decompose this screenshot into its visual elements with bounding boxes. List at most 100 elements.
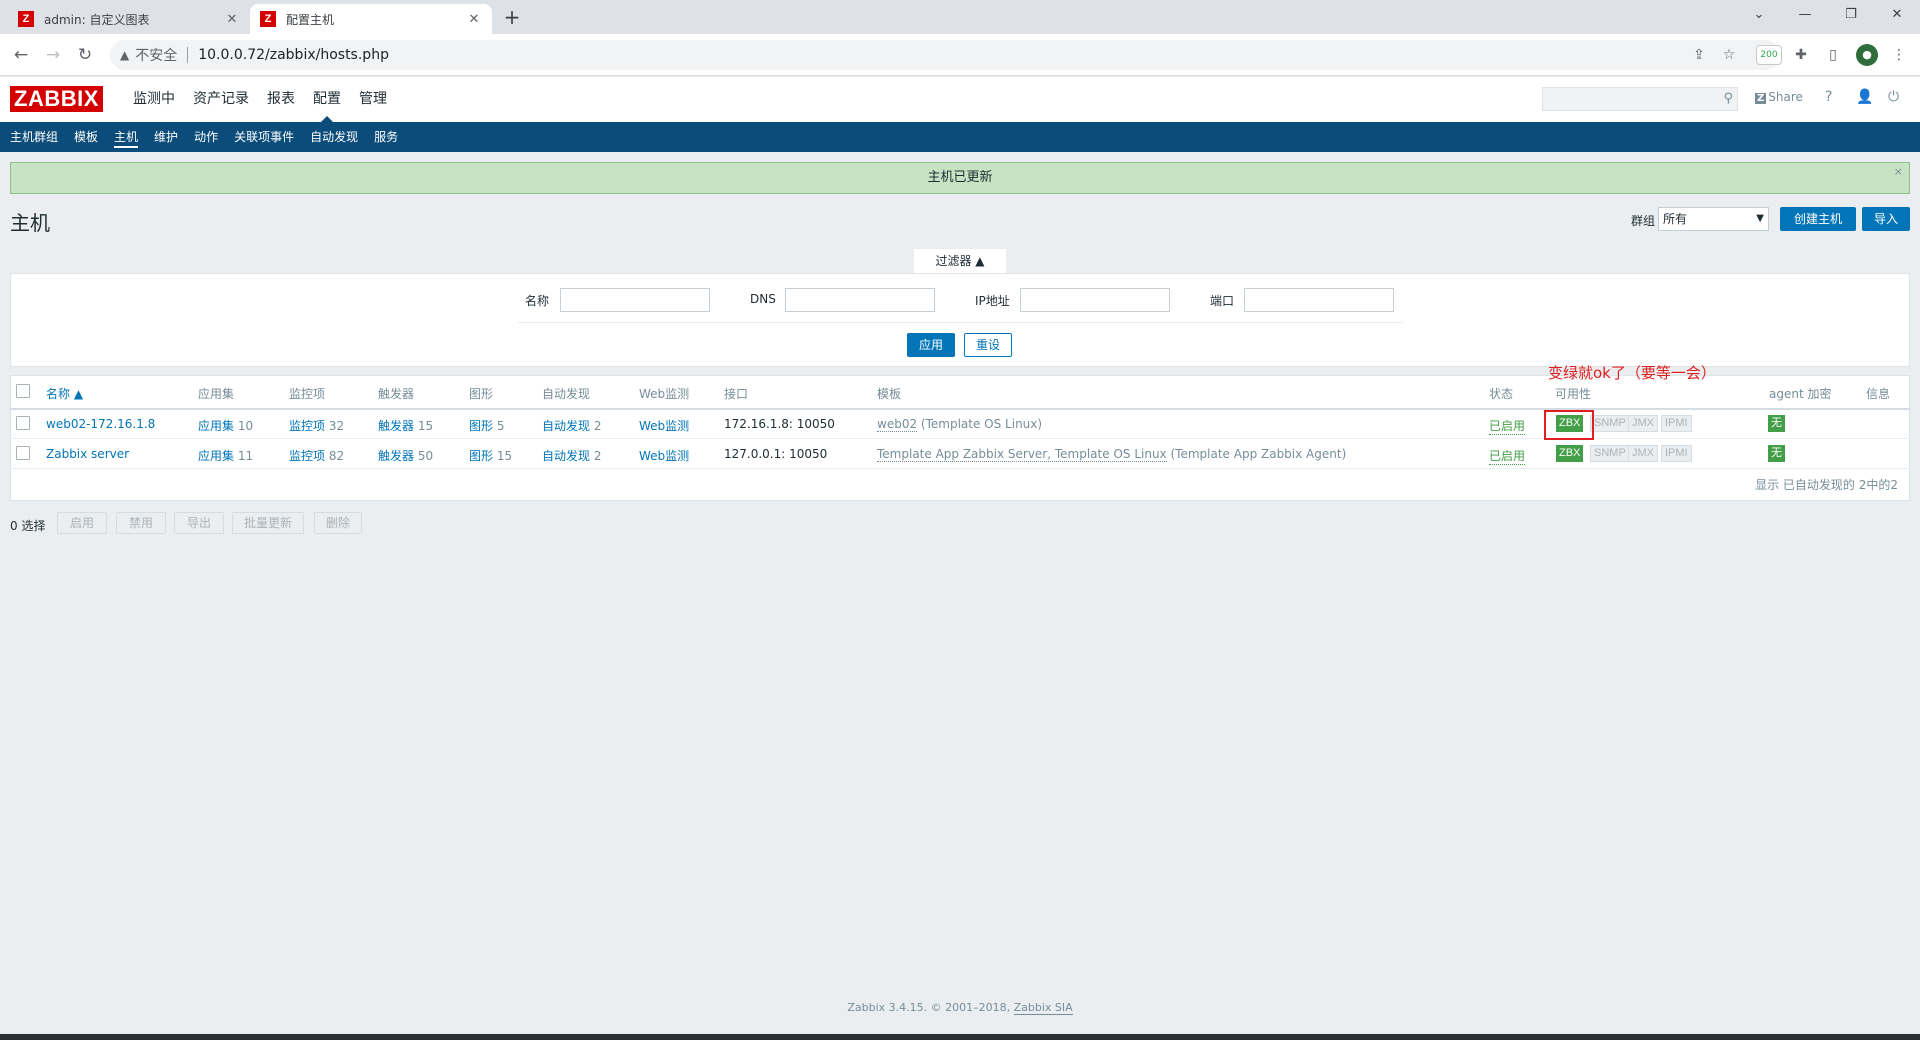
sub-menu-correlation[interactable]: 关联项事件	[226, 122, 302, 152]
row-checkbox[interactable]	[16, 446, 30, 460]
template-parent[interactable]: (Template App Zabbix Agent)	[1170, 447, 1346, 461]
bulk-export-button[interactable]: 导出	[174, 512, 224, 534]
browser-tab-hosts[interactable]: Z 配置主机 ✕	[250, 4, 492, 34]
template-link[interactable]: Template App Zabbix Server, Template OS …	[877, 447, 1167, 462]
star-icon[interactable]: ☆	[1718, 44, 1740, 66]
filter-dns-input[interactable]	[785, 288, 935, 312]
bulk-mass-update-button[interactable]: 批量更新	[232, 512, 304, 534]
discovery-cell[interactable]: 自动发现 2	[542, 447, 601, 464]
window-close-icon[interactable]: ✕	[1874, 4, 1920, 26]
applications-cell[interactable]: 应用集 11	[198, 447, 253, 464]
zabbix-favicon-icon: Z	[18, 11, 34, 27]
chevron-down-icon[interactable]: ⌄	[1736, 4, 1782, 26]
new-tab-button[interactable]: +	[500, 6, 524, 30]
bulk-disable-button[interactable]: 禁用	[116, 512, 166, 534]
select-all-checkbox[interactable]	[16, 384, 30, 398]
row-divider	[10, 468, 1910, 469]
sub-menu-hosts[interactable]: 主机	[106, 122, 146, 152]
col-name-header[interactable]: 名称 ▲	[46, 385, 83, 402]
logout-icon[interactable]: ⏻	[1888, 89, 1899, 105]
footer-link[interactable]: Zabbix SIA	[1013, 1001, 1073, 1015]
host-name-link[interactable]: Zabbix server	[46, 447, 129, 461]
address-bar[interactable]: ▲ 不安全 10.0.0.72/zabbix/hosts.php	[110, 40, 1780, 70]
avail-jmx-badge: JMX	[1628, 415, 1658, 432]
search-input[interactable]: ⚲	[1542, 87, 1738, 111]
search-icon[interactable]: ⚲	[1723, 91, 1733, 106]
applications-link[interactable]: 应用集	[198, 449, 234, 463]
apply-button[interactable]: 应用	[907, 333, 955, 357]
back-arrow-icon[interactable]: ←	[10, 44, 32, 66]
reload-icon[interactable]: ↻	[74, 44, 96, 66]
forward-arrow-icon[interactable]: →	[42, 44, 64, 66]
graphs-link[interactable]: 图形	[469, 449, 493, 463]
web-link[interactable]: Web监测	[639, 417, 689, 434]
filter-port-input[interactable]	[1244, 288, 1394, 312]
filter-toggle-tab[interactable]: 过滤器 ▲	[914, 249, 1006, 273]
graphs-link[interactable]: 图形	[469, 419, 493, 433]
row-checkbox[interactable]	[16, 416, 30, 430]
web-link[interactable]: Web监测	[639, 447, 689, 464]
bulk-delete-button[interactable]: 删除	[314, 512, 362, 534]
group-select[interactable]: 所有 ▼	[1658, 207, 1769, 231]
sub-menu-templates[interactable]: 模板	[66, 122, 106, 152]
menu-dots-icon[interactable]: ⋮	[1888, 44, 1910, 66]
user-profile-icon[interactable]: 👤	[1856, 89, 1873, 105]
close-icon[interactable]: ✕	[466, 12, 482, 27]
extension-badge[interactable]: 200	[1756, 45, 1782, 65]
share-link[interactable]: Z Share	[1755, 90, 1803, 104]
help-icon[interactable]: ?	[1825, 89, 1832, 105]
close-icon[interactable]: ×	[1894, 163, 1903, 181]
template-link[interactable]: web02	[877, 417, 918, 432]
triggers-link[interactable]: 触发器	[378, 449, 414, 463]
sub-menu-discovery[interactable]: 自动发现	[302, 122, 366, 152]
sub-menu-actions[interactable]: 动作	[186, 122, 226, 152]
zabbix-logo[interactable]: ZABBIX	[10, 86, 103, 112]
page-footer: Zabbix 3.4.15. © 2001–2018, Zabbix SIA	[0, 1001, 1920, 1015]
triggers-link[interactable]: 触发器	[378, 419, 414, 433]
menu-monitoring[interactable]: 监测中	[124, 77, 184, 122]
create-host-button[interactable]: 创建主机	[1780, 207, 1856, 231]
template-parent[interactable]: (Template OS Linux)	[921, 417, 1042, 431]
close-icon[interactable]: ✕	[224, 12, 240, 27]
sub-menu-host-groups[interactable]: 主机群组	[2, 122, 66, 152]
reset-button[interactable]: 重设	[964, 333, 1012, 357]
host-name-link[interactable]: web02-172.16.1.8	[46, 417, 155, 431]
applications-cell[interactable]: 应用集 10	[198, 417, 253, 434]
graphs-cell[interactable]: 图形 15	[469, 447, 512, 464]
menu-reports[interactable]: 报表	[258, 77, 304, 122]
filter-ip-input[interactable]	[1020, 288, 1170, 312]
filter-name-input[interactable]	[560, 288, 710, 312]
col-graphs-header: 图形	[469, 387, 494, 401]
menu-administration[interactable]: 管理	[350, 77, 396, 122]
status-badge[interactable]: 已启用	[1489, 417, 1526, 435]
items-link[interactable]: 监控项	[289, 449, 325, 463]
col-info-header: 信息	[1866, 387, 1891, 401]
url-text[interactable]: 10.0.0.72/zabbix/hosts.php	[198, 47, 389, 63]
discovery-link[interactable]: 自动发现	[542, 419, 590, 433]
graphs-cell[interactable]: 图形 5	[469, 417, 504, 434]
minimize-icon[interactable]: —	[1782, 4, 1828, 26]
applications-link[interactable]: 应用集	[198, 419, 234, 433]
sub-menu-services[interactable]: 服务	[366, 122, 406, 152]
bulk-enable-button[interactable]: 启用	[57, 512, 107, 534]
puzzle-icon[interactable]: ✚	[1790, 44, 1812, 66]
col-status-header[interactable]: 状态	[1489, 385, 1513, 402]
import-button[interactable]: 导入	[1862, 207, 1910, 231]
sub-menu-maintenance[interactable]: 维护	[146, 122, 186, 152]
triggers-cell[interactable]: 触发器 15	[378, 417, 433, 434]
items-link[interactable]: 监控项	[289, 419, 325, 433]
group-label: 群组	[1631, 214, 1656, 228]
share-icon[interactable]: ⇪	[1688, 44, 1710, 66]
menu-configuration[interactable]: 配置	[304, 77, 350, 122]
items-cell[interactable]: 监控项 82	[289, 447, 344, 464]
items-cell[interactable]: 监控项 32	[289, 417, 344, 434]
side-panel-icon[interactable]: ▯	[1822, 44, 1844, 66]
avatar[interactable]: ●	[1856, 44, 1878, 66]
menu-inventory[interactable]: 资产记录	[184, 77, 258, 122]
status-badge[interactable]: 已启用	[1489, 447, 1526, 465]
browser-tab-custom-graph[interactable]: Z admin: 自定义图表 ✕	[8, 4, 250, 34]
discovery-link[interactable]: 自动发现	[542, 449, 590, 463]
restore-icon[interactable]: ❐	[1828, 4, 1874, 26]
triggers-cell[interactable]: 触发器 50	[378, 447, 433, 464]
discovery-cell[interactable]: 自动发现 2	[542, 417, 601, 434]
